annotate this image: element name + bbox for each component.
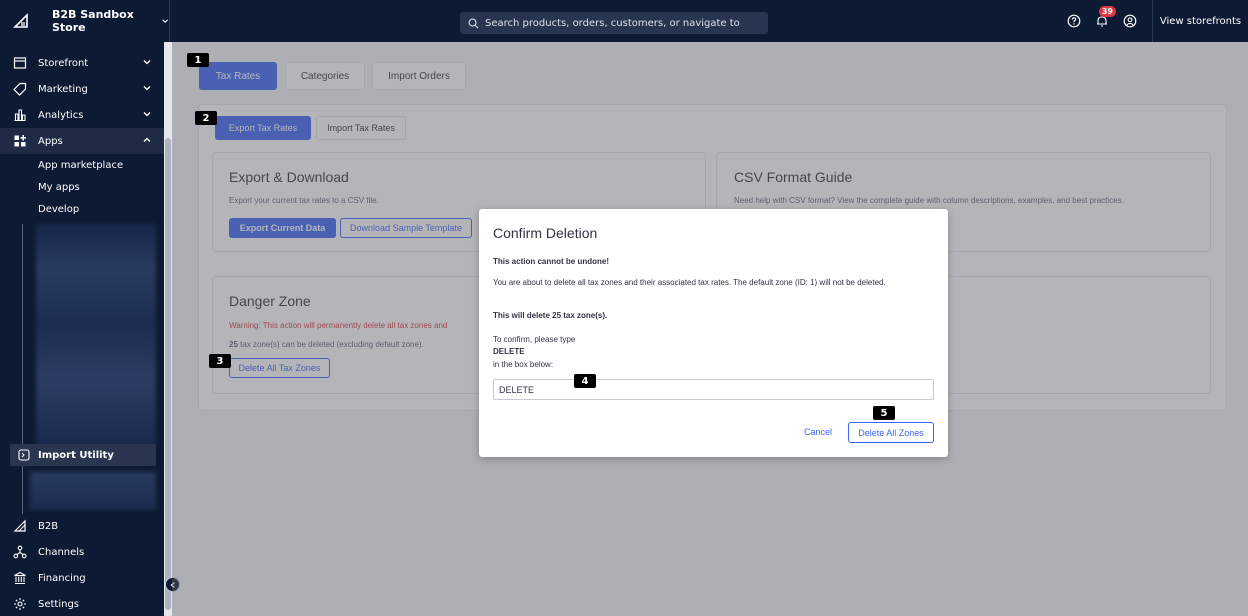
sidebar-item-financing[interactable]: Financing: [0, 565, 164, 591]
apps-icon: [12, 133, 28, 149]
annotation-tag-1: 1: [187, 53, 209, 67]
dialog-confirm-instruction-2: in the box below:: [493, 360, 554, 369]
sidebar-item-label: Settings: [38, 598, 80, 610]
bank-icon: [12, 570, 28, 586]
tree-line: [22, 466, 23, 514]
bigcommerce-logo-icon[interactable]: [0, 0, 42, 42]
search-placeholder: Search products, orders, customers, or n…: [485, 17, 740, 29]
delete-all-zones-button[interactable]: Delete All Zones: [848, 422, 934, 443]
cancel-button[interactable]: Cancel: [804, 427, 832, 437]
dialog-body: You are about to delete all tax zones an…: [493, 278, 886, 287]
sidebar-item-marketing[interactable]: Marketing: [0, 76, 164, 102]
settings-gear-icon: [12, 596, 28, 612]
dialog-confirm-instruction: To confirm, please type: [493, 335, 576, 344]
sidebar-item-apps[interactable]: Apps: [0, 128, 164, 154]
sidebar-item-label: Analytics: [38, 109, 84, 121]
notifications-bell-icon[interactable]: 39: [1090, 6, 1116, 33]
store-switcher[interactable]: B2B Sandbox Store: [42, 0, 170, 42]
confirm-delete-input[interactable]: [493, 379, 934, 400]
channels-icon: [12, 544, 28, 560]
sidebar-item-label: Storefront: [38, 57, 89, 69]
search-input[interactable]: Search products, orders, customers, or n…: [460, 12, 768, 34]
annotation-tag-4: 4: [574, 374, 596, 388]
chevron-down-icon: [143, 60, 151, 65]
sidebar-item-analytics[interactable]: Analytics: [0, 102, 164, 128]
dialog-title: Confirm Deletion: [493, 225, 598, 241]
store-name: B2B Sandbox Store: [52, 8, 134, 34]
storefront-icon: [12, 55, 28, 71]
sidebar-scrollbar[interactable]: [164, 42, 172, 616]
analytics-icon: [12, 107, 28, 123]
top-bar: B2B Sandbox Store Search products, order…: [0, 0, 1248, 42]
chevron-down-icon: [143, 86, 151, 91]
dialog-count-line: This will delete 25 tax zone(s).: [493, 311, 608, 320]
b2b-icon: [12, 518, 28, 534]
dialog-warning: This action cannot be undone!: [493, 257, 609, 266]
sidebar-item-channels[interactable]: Channels: [0, 539, 164, 565]
sidebar-item-label: Apps: [38, 135, 63, 147]
sidebar-subitem-app-marketplace[interactable]: App marketplace: [38, 160, 123, 171]
scrollbar-thumb[interactable]: [165, 138, 171, 610]
account-icon[interactable]: [1118, 9, 1142, 33]
notification-badge: 39: [1098, 6, 1116, 17]
annotation-tag-2: 2: [195, 111, 217, 125]
tag-icon: [12, 81, 28, 97]
sidebar-item-label: B2B: [38, 520, 59, 532]
sidebar-item-label: Financing: [38, 572, 86, 584]
help-icon[interactable]: [1062, 9, 1086, 33]
chevron-down-icon: [143, 112, 151, 117]
chevron-down-icon: [161, 19, 168, 24]
sidebar: Storefront Marketing Analytics Apps App …: [0, 42, 164, 616]
sidebar-subitem-my-apps[interactable]: My apps: [38, 182, 80, 193]
sidebar-item-label: Marketing: [38, 83, 88, 95]
chevron-up-icon: [143, 137, 151, 142]
blurred-app-list: [36, 224, 156, 446]
sidebar-subitem-import-utility[interactable]: Import Utility: [10, 444, 156, 466]
annotation-tag-5: 5: [873, 406, 895, 420]
sidebar-subitem-develop[interactable]: Develop: [38, 204, 79, 215]
sidebar-item-settings[interactable]: Settings: [0, 591, 164, 616]
dialog-confirm-word: DELETE: [493, 347, 525, 356]
view-storefronts-button[interactable]: View storefronts: [1152, 0, 1248, 42]
tree-line: [22, 224, 23, 444]
import-utility-icon: [18, 449, 30, 461]
annotation-tag-3: 3: [209, 354, 231, 368]
blurred-app-list: [30, 472, 156, 510]
sidebar-subitem-label: Import Utility: [38, 449, 114, 461]
sidebar-item-label: Channels: [38, 546, 85, 558]
sidebar-item-storefront[interactable]: Storefront: [0, 50, 164, 76]
search-icon: [468, 18, 479, 28]
sidebar-item-b2b[interactable]: B2B: [0, 513, 164, 539]
